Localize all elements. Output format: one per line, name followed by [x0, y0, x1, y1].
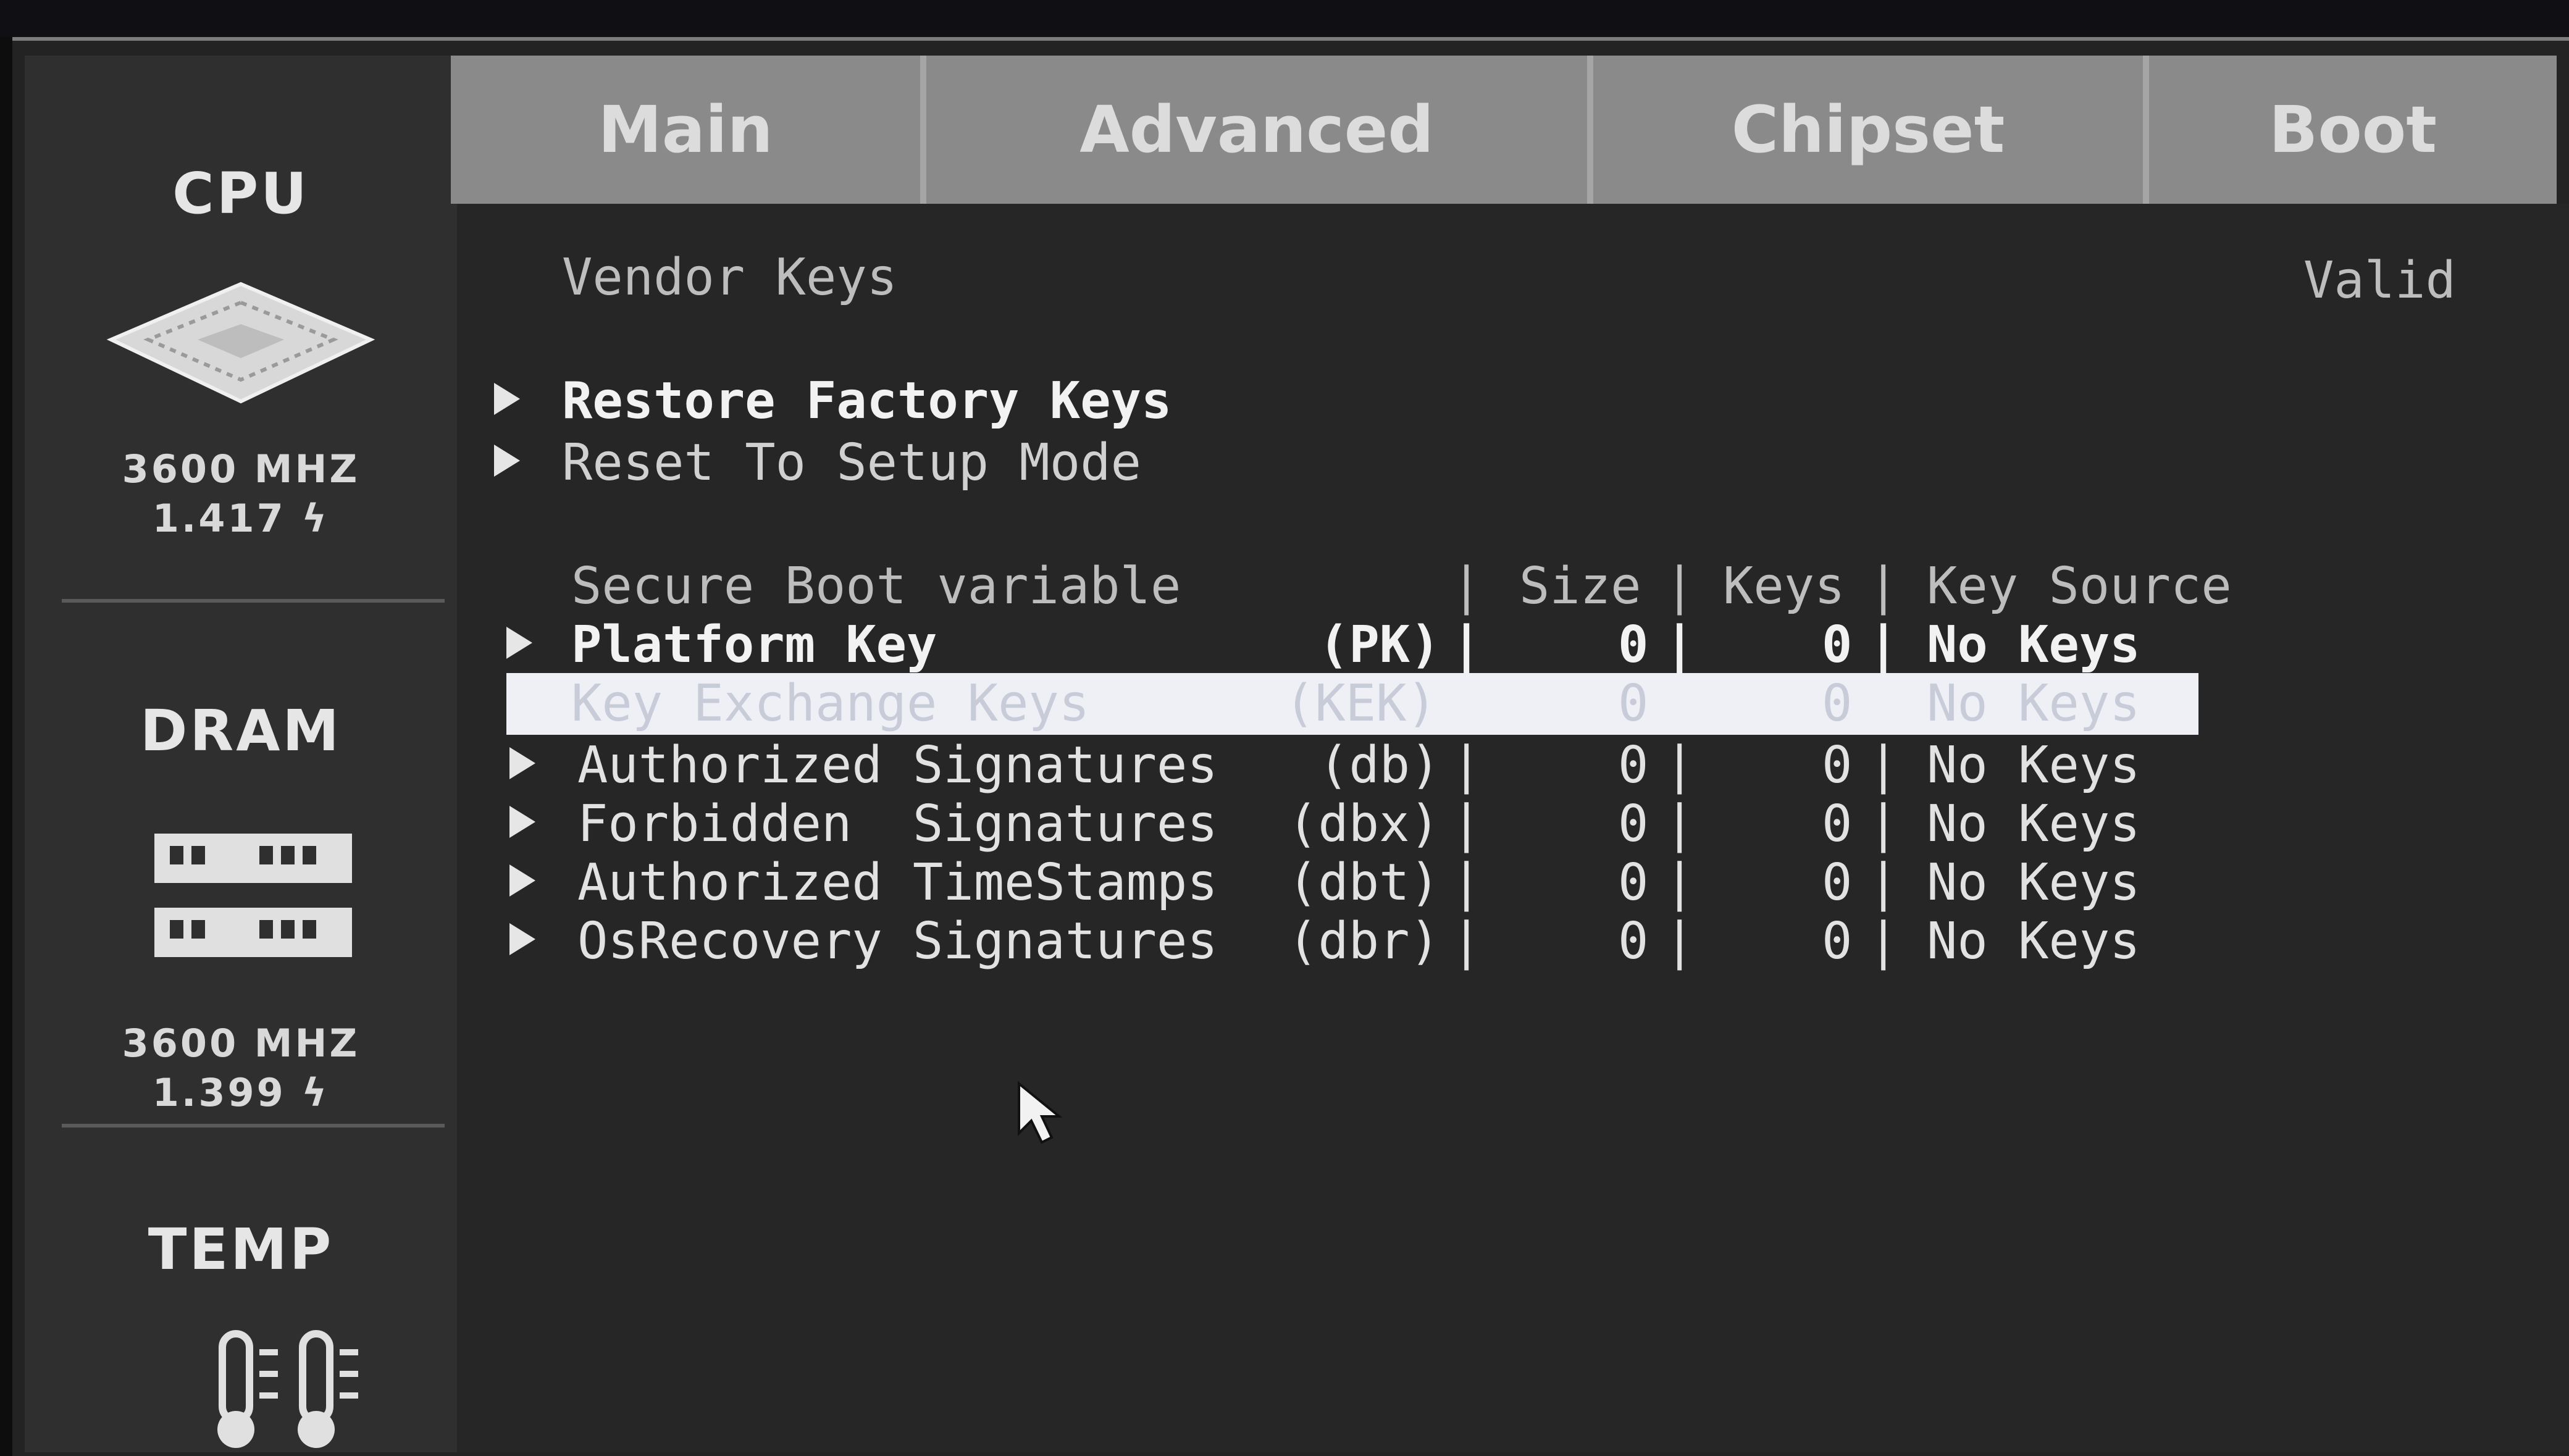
row-keys: 0	[1822, 853, 1853, 912]
cpu-voltage: 1.417	[152, 496, 286, 541]
row-size: 0	[1618, 616, 1649, 674]
row-abbr: (dbt)	[1288, 853, 1440, 912]
row-size: 0	[1618, 912, 1649, 971]
row-separator: |	[1451, 795, 1482, 853]
temp-title: TEMP	[148, 1216, 334, 1282]
row-name: OsRecovery Signatures	[577, 912, 1218, 971]
cpu-chip-icon	[106, 282, 375, 404]
row-separator: |	[1664, 853, 1695, 912]
voltage-bolt-icon: ϟ	[301, 1070, 330, 1115]
header-secure-boot-variable: Secure Boot variable	[571, 557, 1181, 616]
header-separator: |	[1664, 557, 1695, 616]
secure-boot-key-management-panel: Vendor Keys Valid Restore Factory Keys R…	[457, 204, 2569, 1452]
cpu-frequency: 3600 MHZ	[122, 446, 360, 492]
row-separator: |	[1664, 736, 1695, 795]
row-separator: |	[1451, 912, 1482, 971]
row-separator: |	[1451, 736, 1482, 795]
row-key-source: No Keys	[1927, 616, 2140, 674]
tab-advanced[interactable]: Advanced	[926, 56, 1593, 204]
row-keys: 0	[1822, 736, 1853, 795]
row-separator: |	[1868, 912, 1899, 971]
row-abbr: (KEK)	[1284, 674, 1437, 733]
row-name: Authorized Signatures	[577, 736, 1218, 795]
row-key-source: No Keys	[1927, 736, 2140, 795]
row-separator: |	[1664, 912, 1695, 971]
row-separator: |	[1664, 795, 1695, 853]
cpu-voltage-line: 1.417 ϟ	[25, 494, 457, 543]
tab-chipset[interactable]: Chipset	[1593, 56, 2149, 204]
dram-title: DRAM	[140, 698, 342, 764]
dram-voltage-line: 1.399 ϟ	[25, 1068, 457, 1118]
header-size: Size	[1519, 557, 1641, 616]
row-name: Forbidden Signatures	[577, 795, 1218, 853]
header-separator: |	[1451, 557, 1482, 616]
tab-bar: Main Advanced Chipset Boot	[451, 56, 2557, 204]
row-keys: 0	[1822, 912, 1853, 971]
vendor-keys-status: Valid	[2303, 251, 2456, 310]
tab-main[interactable]: Main	[451, 56, 926, 204]
row-key-source: No Keys	[1927, 912, 2140, 971]
row-size: 0	[1618, 853, 1649, 912]
row-separator: |	[1868, 616, 1899, 674]
row-size: 0	[1618, 674, 1649, 733]
dram-frequency: 3600 MHZ	[122, 1021, 360, 1066]
row-separator: |	[1664, 616, 1695, 674]
sidebar-divider	[62, 599, 445, 603]
row-keys: 0	[1822, 795, 1853, 853]
submenu-arrow-icon	[509, 806, 535, 838]
mouse-pointer-icon	[1018, 1081, 1063, 1144]
header-separator: |	[1868, 557, 1899, 616]
reset-to-setup-mode-item[interactable]: Reset To Setup Mode	[562, 432, 1141, 494]
row-separator: |	[1451, 616, 1482, 674]
tab-boot[interactable]: Boot	[2149, 56, 2557, 204]
submenu-arrow-icon	[509, 747, 535, 779]
sidebar-divider	[62, 1124, 445, 1128]
row-separator: |	[1868, 795, 1899, 853]
row-size: 0	[1618, 795, 1649, 853]
row-separator: |	[1868, 736, 1899, 795]
row-separator: |	[1868, 853, 1899, 912]
submenu-arrow-icon	[494, 383, 520, 415]
row-keys: 0	[1822, 674, 1853, 733]
row-name: Key Exchange Keys	[571, 674, 1090, 733]
submenu-arrow-icon	[509, 923, 535, 955]
row-key-source: No Keys	[1927, 674, 2140, 733]
row-separator: |	[1451, 853, 1482, 912]
row-size: 0	[1618, 736, 1649, 795]
row-keys: 0	[1822, 616, 1853, 674]
cpu-title: CPU	[172, 161, 309, 227]
row-key-source: No Keys	[1927, 795, 2140, 853]
vendor-keys-label: Vendor Keys	[562, 248, 898, 307]
voltage-bolt-icon: ϟ	[301, 496, 330, 541]
row-abbr: (PK)	[1318, 616, 1441, 674]
hardware-monitor-sidebar: CPU 3600 MHZ 1.417 ϟ DRAM 3600 MHZ 1.399…	[25, 56, 462, 1452]
header-keys: Keys	[1723, 557, 1845, 616]
row-abbr: (dbx)	[1288, 795, 1440, 853]
row-name: Authorized TimeStamps	[577, 853, 1218, 912]
submenu-arrow-icon	[494, 445, 520, 477]
row-key-source: No Keys	[1927, 853, 2140, 912]
memory-module-icon	[154, 834, 352, 957]
dram-voltage: 1.399	[152, 1070, 286, 1115]
thermometer-icon	[217, 1330, 358, 1448]
submenu-arrow-icon	[509, 864, 535, 897]
row-abbr: (db)	[1318, 736, 1441, 795]
submenu-arrow-icon	[506, 627, 532, 659]
screen-top-edge	[0, 0, 2569, 37]
row-abbr: (dbr)	[1288, 912, 1440, 971]
restore-factory-keys-item[interactable]: Restore Factory Keys	[562, 370, 1171, 432]
header-key-source: Key Source	[1927, 557, 2232, 616]
row-name: Platform Key	[571, 616, 937, 674]
